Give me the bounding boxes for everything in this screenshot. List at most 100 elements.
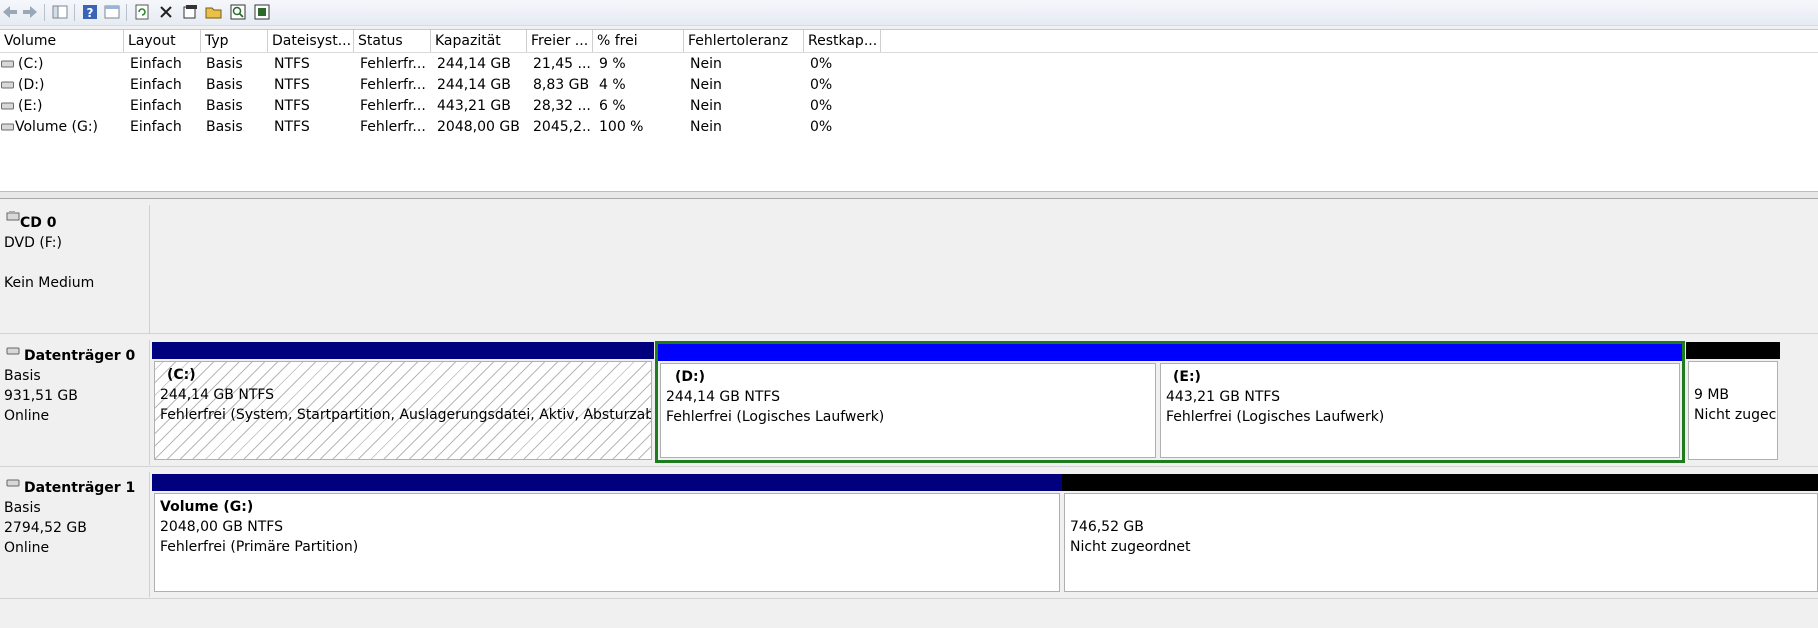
disk-name: Datenträger 0: [24, 348, 136, 364]
partition-e[interactable]: (E:) 443,21 GB NTFS Fehlerfrei (Logische…: [1158, 344, 1682, 460]
volume-list: Volume Layout Typ Dateisyst... Status Ka…: [0, 29, 1818, 192]
cell-layout: Einfach: [130, 119, 182, 135]
column-header-freier[interactable]: Freier ...: [527, 30, 593, 52]
cell-volume: (E:): [18, 98, 43, 114]
cell-frei: 21,45 ...: [533, 56, 591, 72]
table-row[interactable]: (C:) Einfach Basis NTFS Fehlerfr... 244,…: [0, 54, 1818, 75]
column-header-dateisystem[interactable]: Dateisyst...: [268, 30, 354, 52]
disk-type: Basis: [4, 500, 41, 516]
partition-unallocated[interactable]: 746,52 GB Nicht zugeordnet: [1062, 474, 1818, 594]
cell-status: Fehlerfr...: [360, 98, 426, 114]
rescan-icon[interactable]: [252, 2, 272, 22]
cell-typ: Basis: [206, 119, 243, 135]
cell-pct-frei: 9 %: [599, 56, 626, 72]
column-header-kapazitaet[interactable]: Kapazität: [431, 30, 527, 52]
pane-splitter[interactable]: [0, 191, 1818, 199]
partition-c[interactable]: (C:) 244,14 GB NTFS Fehlerfrei (System, …: [152, 342, 654, 462]
forward-arrow-icon[interactable]: [20, 2, 40, 22]
cell-restkap: 0%: [810, 119, 833, 135]
disk-drive-icon: [6, 479, 20, 487]
cell-layout: Einfach: [130, 56, 182, 72]
partition-g[interactable]: Volume (G:) 2048,00 GB NTFS Fehlerfrei (…: [152, 474, 1062, 594]
cell-status: Fehlerfr...: [360, 77, 426, 93]
refresh-icon[interactable]: [132, 2, 152, 22]
open-folder-icon[interactable]: [204, 2, 224, 22]
drive-icon: [1, 60, 14, 68]
column-header-typ[interactable]: Typ: [201, 30, 268, 52]
toolbar: ?: [0, 0, 1818, 26]
delete-icon[interactable]: [156, 2, 176, 22]
cell-fs: NTFS: [274, 56, 310, 72]
disk-label-cd0[interactable]: CD 0 DVD (F:) Kein Medium: [0, 205, 150, 333]
toolbar-separator: [44, 4, 45, 21]
back-arrow-icon[interactable]: [0, 2, 20, 22]
partition-title: (D:): [675, 369, 706, 385]
cell-frei: 8,83 GB: [533, 77, 590, 93]
column-header-volume[interactable]: Volume: [0, 30, 124, 52]
column-header-fehlertoleranz[interactable]: Fehlertoleranz: [684, 30, 804, 52]
explore-icon[interactable]: [228, 2, 248, 22]
partition-unallocated-small[interactable]: 9 MB Nicht zugec: [1686, 342, 1780, 462]
row-separator: [0, 598, 1818, 628]
cell-pct-frei: 6 %: [599, 98, 626, 114]
partition-bar: [1062, 474, 1818, 491]
column-header-status[interactable]: Status: [354, 30, 431, 52]
disk-status: Online: [4, 408, 50, 424]
drive-icon: [1, 123, 14, 131]
column-header-pct-frei[interactable]: % frei: [593, 30, 684, 52]
window-icon[interactable]: [102, 2, 122, 22]
partition-body: Volume (G:) 2048,00 GB NTFS Fehlerfrei (…: [154, 493, 1060, 592]
cell-kapazitaet: 244,14 GB: [437, 77, 511, 93]
cell-fs: NTFS: [274, 77, 310, 93]
cell-frei: 28,32 ...: [533, 98, 591, 114]
row-separator: [0, 333, 1818, 341]
disk-drive-icon: [6, 347, 20, 355]
partition-status: Nicht zugec: [1694, 407, 1777, 423]
table-row[interactable]: Volume (G:) Einfach Basis NTFS Fehlerfr.…: [0, 117, 1818, 138]
partition-body: 9 MB Nicht zugec: [1688, 361, 1778, 460]
cell-fehlertoleranz: Nein: [690, 119, 722, 135]
partition-title: (E:): [1173, 369, 1201, 385]
partition-bar: [152, 342, 654, 359]
partition-body: (D:) 244,14 GB NTFS Fehlerfrei (Logische…: [660, 363, 1156, 458]
disk-type: Basis: [4, 368, 41, 384]
table-row[interactable]: (D:) Einfach Basis NTFS Fehlerfr... 244,…: [0, 75, 1818, 96]
cell-kapazitaet: 443,21 GB: [437, 98, 511, 114]
partition-size: 2048,00 GB NTFS: [160, 519, 283, 535]
toolbar-separator: [74, 4, 75, 21]
cell-status: Fehlerfr...: [360, 119, 426, 135]
partition-status: Fehlerfrei (Primäre Partition): [160, 539, 359, 555]
disk-label-disk0[interactable]: Datenträger 0 Basis 931,51 GB Online: [0, 340, 150, 465]
disk-size: 931,51 GB: [4, 388, 78, 404]
drive-icon: [1, 102, 14, 110]
table-row[interactable]: (E:) Einfach Basis NTFS Fehlerfr... 443,…: [0, 96, 1818, 117]
cell-pct-frei: 100 %: [599, 119, 644, 135]
toolbar-separator: [126, 4, 127, 21]
partition-status: Fehlerfrei (Logisches Laufwerk): [1166, 409, 1385, 425]
cell-restkap: 0%: [810, 98, 833, 114]
help-icon[interactable]: ?: [80, 2, 100, 22]
cell-fs: NTFS: [274, 98, 310, 114]
properties-icon[interactable]: [180, 2, 200, 22]
partition-bar: [1686, 342, 1780, 359]
console-tree-icon[interactable]: [50, 2, 70, 22]
partition-body: (C:) 244,14 GB NTFS Fehlerfrei (System, …: [154, 361, 652, 460]
disk-label-disk1[interactable]: Datenträger 1 Basis 2794,52 GB Online: [0, 472, 150, 597]
partition-size: 9 MB: [1694, 387, 1730, 403]
cell-typ: Basis: [206, 98, 243, 114]
partition-size: 244,14 GB NTFS: [160, 387, 275, 403]
disk-name: Datenträger 1: [24, 480, 136, 496]
cd0-panel: [152, 205, 1818, 333]
partition-d[interactable]: (D:) 244,14 GB NTFS Fehlerfrei (Logische…: [658, 344, 1158, 460]
partition-size: 244,14 GB NTFS: [666, 389, 781, 405]
partition-title: Volume (G:): [160, 499, 254, 515]
column-header: Volume Layout Typ Dateisyst... Status Ka…: [0, 30, 1818, 53]
column-header-layout[interactable]: Layout: [124, 30, 201, 52]
cell-volume: Volume (G:): [15, 119, 99, 135]
partition-bar: [152, 474, 1062, 491]
cell-pct-frei: 4 %: [599, 77, 626, 93]
partition-status: Fehlerfrei (Logisches Laufwerk): [666, 409, 885, 425]
column-header-restkap[interactable]: Restkap...: [804, 30, 881, 52]
cd-drive-icon: [6, 211, 20, 221]
cell-typ: Basis: [206, 77, 243, 93]
